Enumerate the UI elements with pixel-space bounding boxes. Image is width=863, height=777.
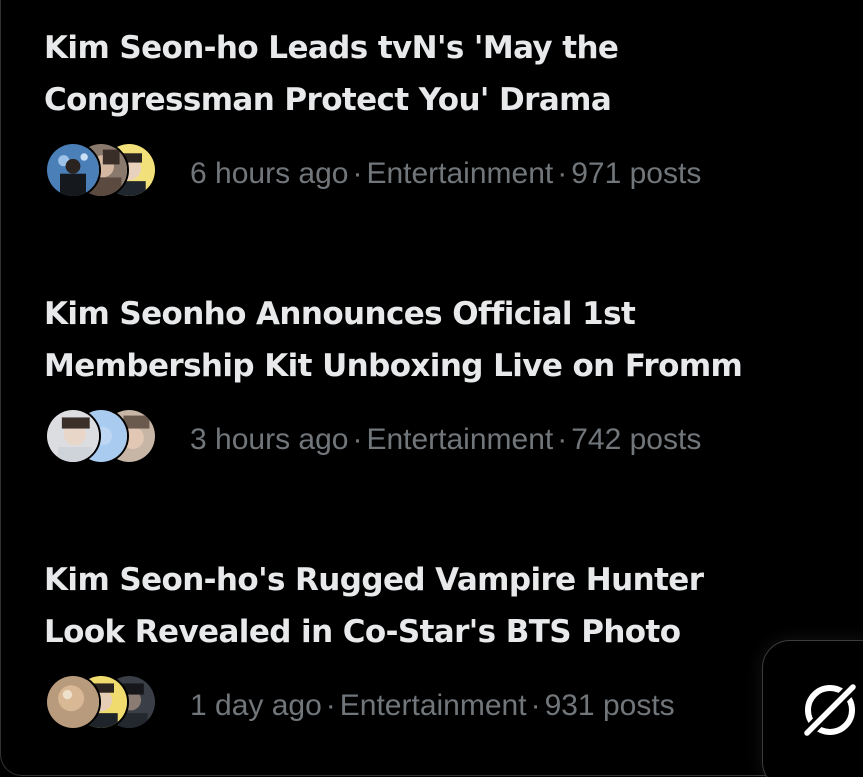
avatar [45, 142, 101, 198]
story-meta-row: 1 day ago · Entertainment · 931 posts [44, 674, 833, 734]
avatar-stack [45, 142, 175, 202]
grok-button[interactable] [762, 640, 863, 777]
grok-icon [800, 680, 860, 740]
story-meta: 3 hours ago · Entertainment · 742 posts [190, 422, 701, 458]
headline-line: Kim Seon-ho Leads tvN's 'May the [44, 30, 619, 66]
story-meta: 1 day ago · Entertainment · 931 posts [190, 688, 675, 724]
story-meta-row: 6 hours ago · Entertainment · 971 posts [44, 142, 833, 202]
headline-line: Look Revealed in Co-Star's BTS Photo [44, 614, 681, 650]
meta-separator: · [557, 423, 568, 456]
avatar [45, 674, 101, 730]
trending-story[interactable]: Kim Seonho Announces Official 1st Member… [44, 288, 833, 468]
meta-separator: · [352, 157, 363, 190]
story-category: Entertainment [366, 157, 554, 190]
story-category: Entertainment [339, 689, 527, 722]
story-time: 3 hours ago [190, 423, 349, 456]
story-post-count: 971 posts [571, 157, 702, 190]
headline-line: Kim Seon-ho's Rugged Vampire Hunter [44, 562, 704, 598]
avatar-stack [45, 674, 175, 734]
story-meta-row: 3 hours ago · Entertainment · 742 posts [44, 408, 833, 468]
headline-line: Congressman Protect You' Drama [44, 82, 612, 118]
headline-line: Kim Seonho Announces Official 1st [44, 296, 636, 332]
headline-line: Membership Kit Unboxing Live on Fromm [44, 348, 743, 384]
story-time: 1 day ago [190, 689, 322, 722]
avatar [45, 408, 101, 464]
story-post-count: 742 posts [571, 423, 702, 456]
avatar-stack [45, 408, 175, 468]
meta-separator: · [352, 423, 363, 456]
meta-separator: · [325, 689, 336, 722]
meta-separator: · [530, 689, 541, 722]
story-meta: 6 hours ago · Entertainment · 971 posts [190, 156, 701, 192]
story-headline[interactable]: Kim Seon-ho's Rugged Vampire Hunter Look… [44, 554, 833, 658]
meta-separator: · [557, 157, 568, 190]
story-headline[interactable]: Kim Seonho Announces Official 1st Member… [44, 288, 833, 392]
story-time: 6 hours ago [190, 157, 349, 190]
story-post-count: 931 posts [544, 689, 675, 722]
trending-story[interactable]: Kim Seon-ho's Rugged Vampire Hunter Look… [44, 554, 833, 734]
story-category: Entertainment [366, 423, 554, 456]
story-headline[interactable]: Kim Seon-ho Leads tvN's 'May the Congres… [44, 22, 833, 126]
trending-story[interactable]: Kim Seon-ho Leads tvN's 'May the Congres… [44, 22, 833, 202]
